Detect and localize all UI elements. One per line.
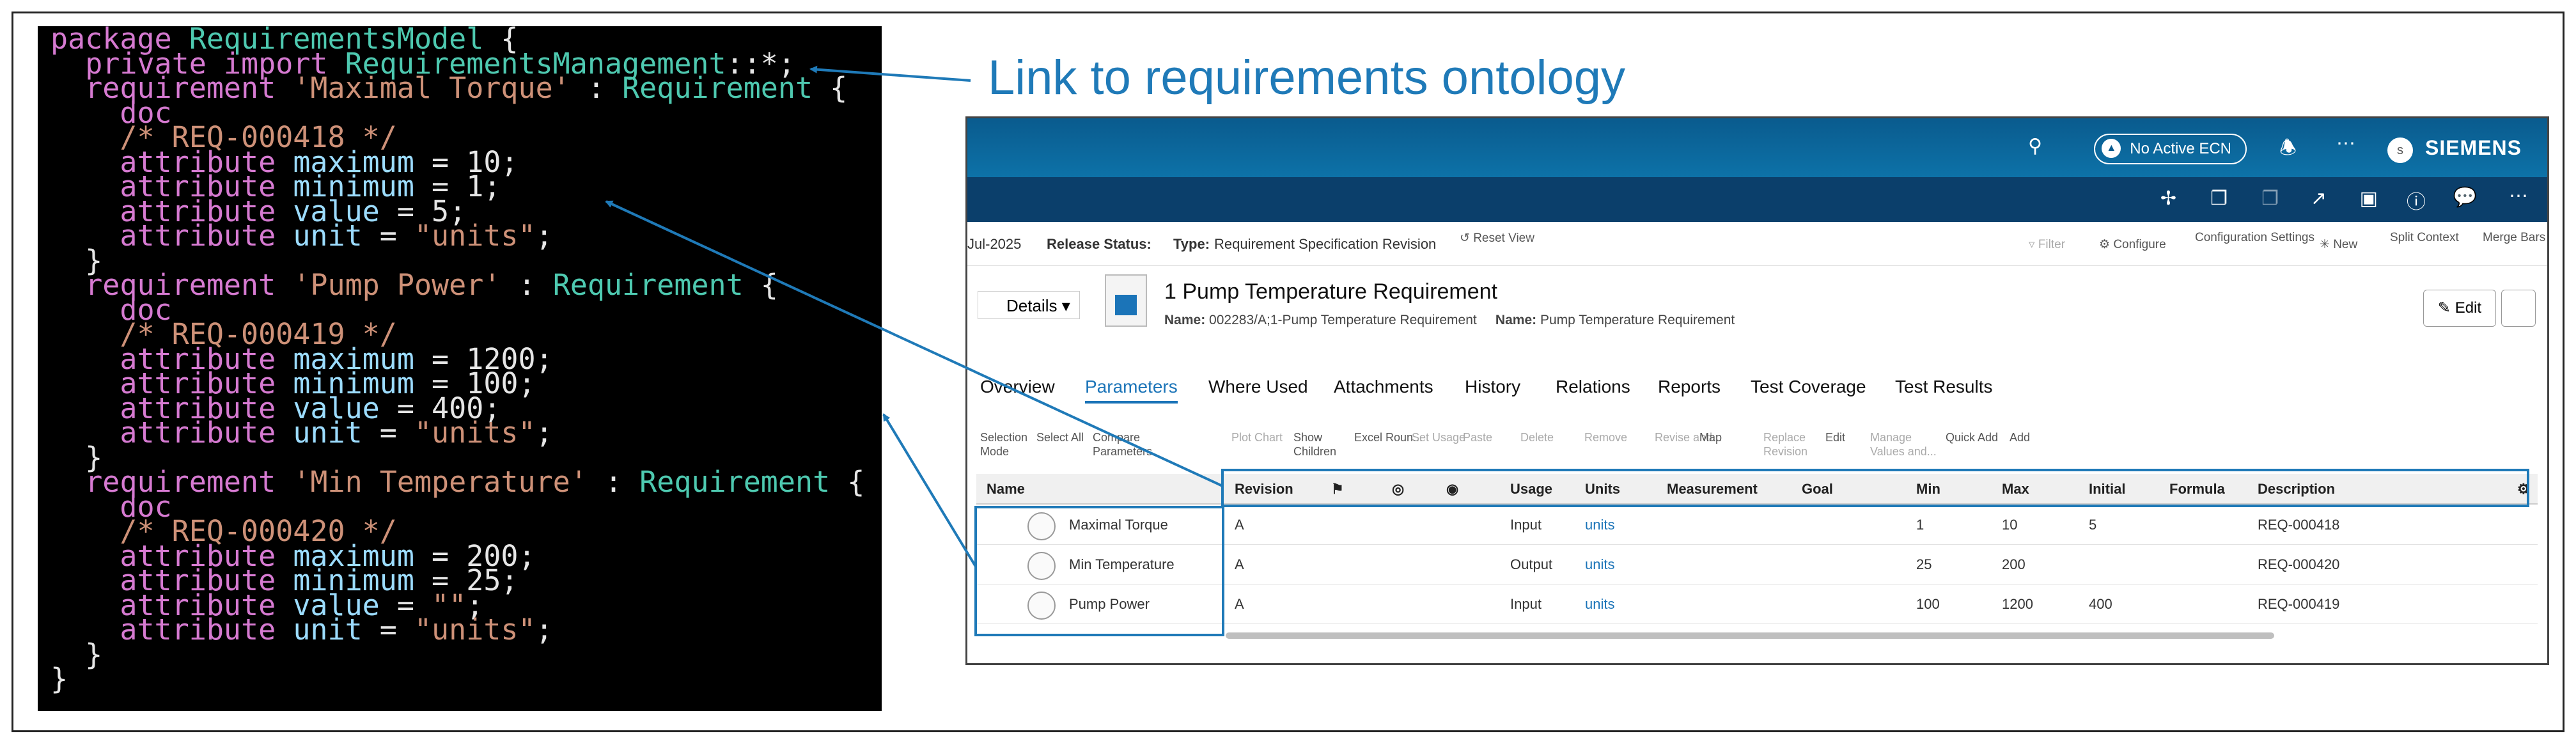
ontology-arrow xyxy=(809,65,971,82)
connector-arrows xyxy=(605,65,1223,568)
attribute-arrow xyxy=(605,200,1223,487)
name-arrow xyxy=(882,413,977,568)
